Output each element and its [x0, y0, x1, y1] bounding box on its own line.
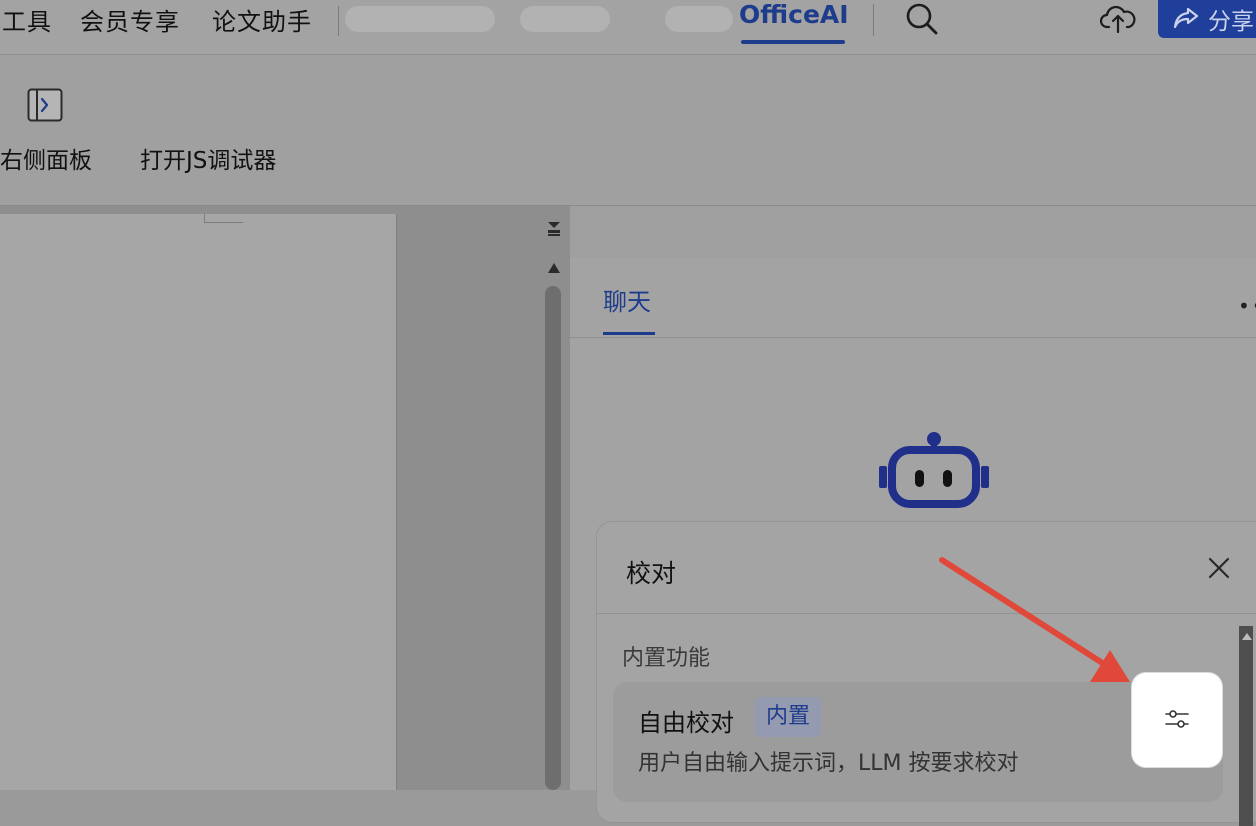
annotation-arrow-icon: [930, 550, 1130, 694]
scroll-up-arrow-icon[interactable]: [1242, 626, 1252, 645]
document-page[interactable]: [0, 214, 397, 790]
share-icon: [1173, 7, 1199, 29]
chat-header-divider: [570, 337, 1256, 338]
blurred-tab: [665, 6, 733, 32]
section-label-builtin: 内置功能: [622, 646, 711, 671]
proofread-popup: 校对 内置功能 自由校对 内置 用户自由输入提示词，LLM 按要求校对: [596, 521, 1256, 826]
option-description: 用户自由输入提示词，LLM 按要求校对: [638, 751, 1019, 776]
toolbar-divider: [873, 4, 874, 36]
menu-member-exclusive[interactable]: 会员专享: [80, 2, 180, 37]
popup-divider: [597, 613, 1256, 614]
right-panel-icon[interactable]: [27, 88, 63, 126]
blurred-tab: [345, 6, 495, 32]
right-panel-button[interactable]: 右侧面板: [0, 141, 92, 175]
more-horizontal-icon[interactable]: ••: [1238, 294, 1256, 318]
menu-tools[interactable]: 工具: [2, 2, 52, 37]
tab-officeai[interactable]: OfficeAI: [739, 0, 849, 29]
ribbon-toolbar: 右侧面板 打开JS调试器: [0, 55, 1256, 206]
menu-paper-assistant[interactable]: 论文助手: [212, 2, 312, 37]
active-tab-indicator: [741, 40, 845, 44]
close-icon[interactable]: [1207, 556, 1231, 584]
chat-tab-indicator: [603, 332, 655, 335]
split-view-icon[interactable]: [545, 220, 563, 242]
scroll-up-arrow-icon[interactable]: [548, 258, 560, 277]
search-icon[interactable]: [904, 1, 940, 41]
robot-icon: [875, 432, 991, 512]
js-debugger-button[interactable]: 打开JS调试器: [140, 141, 276, 175]
option-title: 自由校对: [638, 709, 734, 737]
cloud-upload-icon[interactable]: [1099, 2, 1136, 38]
builtin-badge: 内置: [755, 697, 822, 737]
top-menu-bar: 工具 会员专享 论文助手 OfficeAI 分享: [0, 0, 1256, 55]
vertical-scrollbar[interactable]: [545, 286, 561, 790]
document-area: [0, 206, 570, 790]
tab-chat[interactable]: 聊天: [603, 282, 651, 317]
popup-title: 校对: [626, 559, 677, 588]
page-corner-mark: [204, 214, 243, 223]
menu-divider: [338, 6, 339, 36]
sliders-icon: [1165, 710, 1189, 728]
option-settings-button[interactable]: [1132, 673, 1222, 767]
share-label: 分享: [1208, 9, 1254, 35]
share-button[interactable]: 分享: [1158, 0, 1256, 38]
blurred-tab: [520, 6, 610, 32]
popup-scrollbar[interactable]: [1239, 626, 1253, 826]
